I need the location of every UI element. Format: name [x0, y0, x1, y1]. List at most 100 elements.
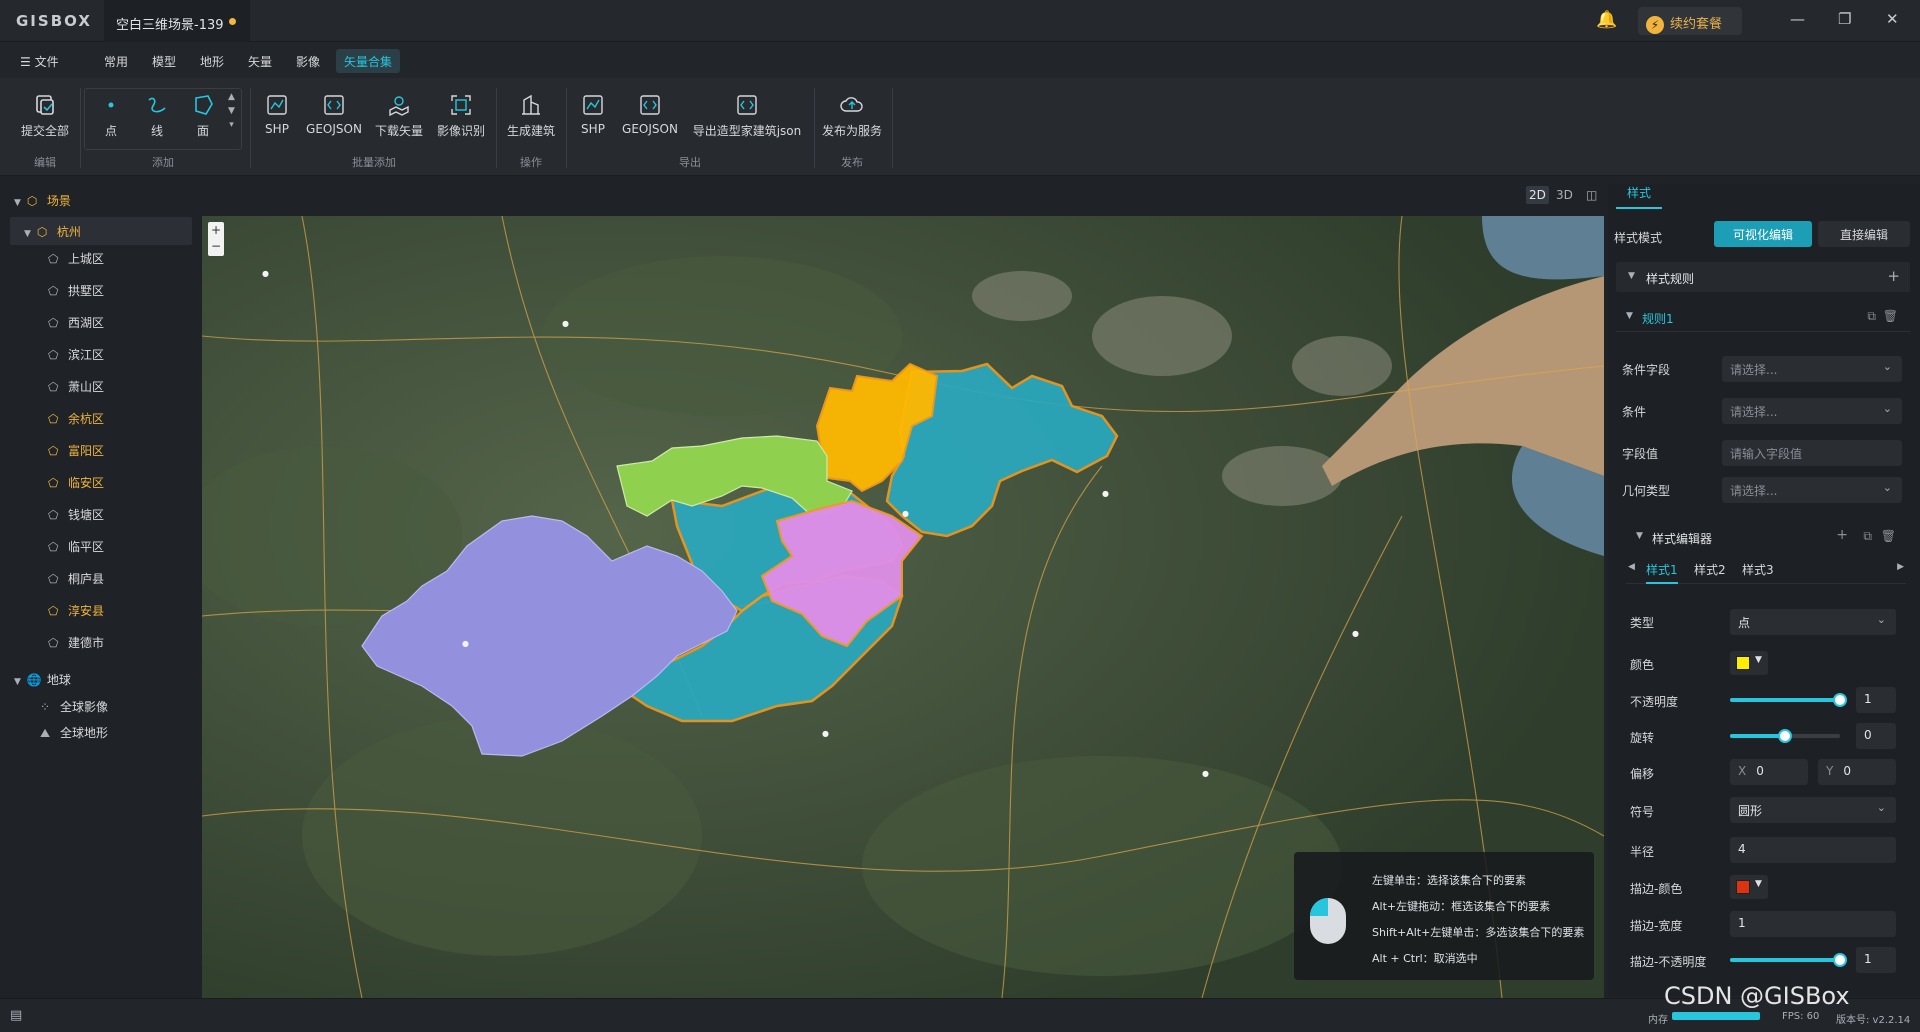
- copy-icon[interactable]: ⧉: [1863, 529, 1872, 544]
- tree-node-district-label: 西湖区: [68, 316, 105, 330]
- offset-y-input[interactable]: Y0: [1818, 759, 1896, 785]
- map-viewport[interactable]: ● ● ● ● ● ● ● ● + − 左键单击：选择该集合下的要素 Alt+左键拖动：框选该…: [202, 216, 1604, 998]
- offset-x-prefix: X: [1738, 764, 1747, 778]
- field-value-input[interactable]: 请输入字段值: [1722, 440, 1902, 466]
- scroll-right-icon[interactable]: ▶: [1897, 562, 1904, 572]
- svg-text:●: ●: [562, 319, 569, 328]
- tree-node-district[interactable]: ⬠ 临平区: [48, 538, 104, 566]
- add-style-icon[interactable]: +: [1836, 527, 1848, 543]
- condition-select[interactable]: 请选择... ⌄: [1722, 398, 1902, 424]
- slider-knob[interactable]: [1833, 953, 1847, 967]
- terrain-icon: ⛰: [40, 726, 51, 740]
- download-vector-button[interactable]: 下载矢量: [374, 92, 424, 139]
- style-tab-1[interactable]: 样式1: [1646, 561, 1678, 584]
- offset-x-input[interactable]: X0: [1730, 759, 1808, 785]
- radius-input[interactable]: 4: [1730, 837, 1896, 863]
- tree-node-global-terrain[interactable]: ⛰ 全球地形: [40, 724, 108, 752]
- scroll-left-icon[interactable]: ◀: [1628, 562, 1635, 572]
- tab-style[interactable]: 样式: [1616, 184, 1662, 209]
- geometry-type-select[interactable]: 请选择... ⌄: [1722, 477, 1902, 503]
- document-tab[interactable]: 空白三维场景-139: [104, 0, 250, 42]
- stroke-color-swatch: [1736, 880, 1750, 894]
- color-picker[interactable]: ▼: [1730, 651, 1768, 675]
- tree-node-district[interactable]: ⬠ 滨江区: [48, 346, 104, 374]
- zoom-out-button[interactable]: −: [208, 238, 224, 254]
- minimize-icon[interactable]: —: [1790, 10, 1805, 28]
- tree-node-district[interactable]: ⬠ 桐庐县: [48, 570, 104, 598]
- tree-node-district-label: 钱塘区: [68, 508, 105, 522]
- file-menu[interactable]: ☰ 文件: [20, 53, 59, 70]
- zoom-in-button[interactable]: +: [208, 222, 224, 238]
- menu-vector-collection[interactable]: 矢量合集: [336, 49, 401, 73]
- rotation-input[interactable]: 0: [1856, 723, 1896, 749]
- renew-plan-button[interactable]: ⚡ 续约套餐: [1638, 7, 1742, 35]
- submit-all-button[interactable]: 提交全部: [18, 92, 72, 139]
- polygon-layer-icon: ⬠: [48, 348, 59, 362]
- export-shp-button[interactable]: SHP: [578, 92, 608, 136]
- add-rule-icon[interactable]: +: [1887, 267, 1900, 285]
- stroke-color-picker[interactable]: ▼: [1730, 875, 1768, 899]
- split-view-icon[interactable]: ◫: [1586, 188, 1597, 202]
- menu-common[interactable]: 常用: [104, 53, 128, 70]
- tree-node-district[interactable]: ⬠ 上城区: [48, 250, 104, 278]
- import-geojson-button[interactable]: GEOJSON: [306, 92, 362, 136]
- menu-model[interactable]: 模型: [152, 53, 176, 70]
- offset-label: 偏移: [1630, 767, 1655, 781]
- restore-icon[interactable]: ❐: [1838, 10, 1851, 28]
- symbol-select[interactable]: 圆形 ⌄: [1730, 797, 1896, 823]
- generate-building-button[interactable]: 生成建筑: [506, 92, 556, 139]
- menu-terrain[interactable]: 地形: [200, 53, 224, 70]
- close-icon[interactable]: ✕: [1886, 10, 1899, 28]
- tree-node-scene[interactable]: ▼ ⬡ 场景: [14, 192, 71, 220]
- tree-node-district[interactable]: ⬠ 建德市: [48, 634, 104, 662]
- export-building-json-button[interactable]: 导出造型家建筑json: [690, 92, 804, 139]
- slider-knob[interactable]: [1833, 693, 1847, 707]
- tree-node-district[interactable]: ⬠ 淳安县: [48, 602, 104, 630]
- import-shp-button[interactable]: SHP: [262, 92, 292, 136]
- log-icon[interactable]: ▤: [10, 1008, 22, 1023]
- style-editor-header[interactable]: ▼ 样式编辑器 + ⧉ 🗑: [1628, 522, 1906, 552]
- rule1-header[interactable]: ▼ 规则1 ⧉ 🗑: [1616, 302, 1910, 332]
- publish-service-button[interactable]: 发布为服务: [820, 92, 884, 139]
- tree-node-district[interactable]: ⬠ 萧山区: [48, 378, 104, 406]
- group-edit-label: 编辑: [34, 156, 56, 169]
- tree-node-district[interactable]: ⬠ 余杭区: [48, 410, 104, 438]
- view-3d-button[interactable]: 3D: [1556, 188, 1573, 202]
- rotation-slider[interactable]: [1730, 729, 1840, 743]
- stroke-opacity-slider[interactable]: [1730, 953, 1847, 967]
- view-2d-button[interactable]: 2D: [1526, 186, 1549, 204]
- tree-node-global-imagery[interactable]: ⁘ 全球影像: [40, 698, 108, 726]
- color-label: 颜色: [1630, 658, 1655, 672]
- style-tab-3[interactable]: 样式3: [1742, 561, 1774, 578]
- tree-node-district[interactable]: ⬠ 西湖区: [48, 314, 104, 342]
- menu-vector[interactable]: 矢量: [248, 53, 272, 70]
- opacity-input[interactable]: 1: [1856, 687, 1896, 713]
- tree-node-district[interactable]: ⬠ 钱塘区: [48, 506, 104, 534]
- svg-text:●: ●: [822, 729, 829, 738]
- image-recognize-button[interactable]: 影像识别: [436, 92, 486, 139]
- visual-edit-button[interactable]: 可视化编辑: [1714, 221, 1812, 247]
- tree-node-earth[interactable]: ▼ 🌐 地球: [14, 671, 71, 699]
- bell-icon[interactable]: 🔔: [1596, 10, 1617, 30]
- direct-edit-button[interactable]: 直接编辑: [1818, 221, 1910, 247]
- stroke-width-input[interactable]: 1: [1730, 911, 1896, 937]
- polygon-layer-icon: ⬠: [48, 380, 59, 394]
- menu-imagery[interactable]: 影像: [296, 53, 320, 70]
- slider-knob[interactable]: [1778, 729, 1792, 743]
- opacity-slider[interactable]: [1730, 693, 1847, 707]
- tree-node-district[interactable]: ⬠ 临安区: [48, 474, 104, 502]
- hint-line: Alt+左键拖动：框选该集合下的要素: [1372, 900, 1551, 913]
- type-select[interactable]: 点 ⌄: [1730, 609, 1896, 635]
- delete-icon[interactable]: 🗑: [1881, 529, 1896, 543]
- copy-icon[interactable]: ⧉: [1867, 309, 1876, 324]
- tree-node-district[interactable]: ⬠ 拱墅区: [48, 282, 104, 310]
- style-tab-2[interactable]: 样式2: [1694, 561, 1726, 578]
- export-geojson-button[interactable]: GEOJSON: [622, 92, 678, 136]
- style-rules-section[interactable]: ▼ 样式规则 +: [1616, 262, 1910, 292]
- tree-node-district[interactable]: ⬠ 富阳区: [48, 442, 104, 470]
- file-menu-label: 文件: [34, 55, 59, 69]
- condition-field-select[interactable]: 请选择... ⌄: [1722, 356, 1902, 382]
- tree-node-hangzhou[interactable]: ▼ ⬡ 杭州: [10, 217, 192, 245]
- stroke-opacity-input[interactable]: 1: [1856, 947, 1896, 973]
- delete-icon[interactable]: 🗑: [1883, 309, 1898, 323]
